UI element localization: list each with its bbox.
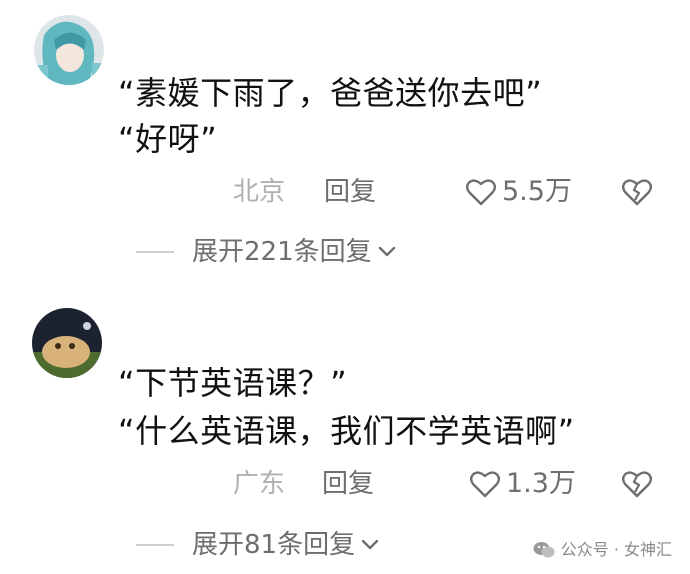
like-count: 5.5万 [502, 176, 572, 207]
location-label: 广东 [233, 469, 286, 499]
comment-2: “下节英语课？” “什么英语课，我们不学英语啊” 广东 回复 1.3万 展开81… [0, 290, 690, 574]
avatar[interactable] [34, 15, 104, 85]
avatar[interactable] [32, 308, 102, 378]
broken-heart-icon [621, 179, 653, 206]
heart-icon [466, 179, 496, 206]
comment-text-line-1: “下节英语课？” [118, 364, 348, 402]
reply-button[interactable]: 回复 [324, 176, 376, 208]
watermark: 公众号 · 女神汇 [533, 540, 672, 560]
divider-dash [136, 544, 174, 546]
expand-replies-label: 展开221条回复 [192, 237, 372, 267]
like-count: 1.3万 [506, 468, 576, 499]
reply-button[interactable]: 回复 [322, 468, 374, 500]
watermark-text: 公众号 · 女神汇 [560, 540, 672, 559]
comment-text-line-1: “素媛下雨了，爸爸送你去吧” [118, 74, 543, 112]
divider-dash [136, 251, 174, 253]
avatar-image [34, 15, 104, 85]
wechat-icon [533, 542, 555, 558]
location-label: 北京 [233, 177, 286, 207]
heart-icon [470, 471, 500, 498]
avatar-image [32, 308, 102, 378]
chevron-down-icon [378, 246, 395, 257]
comment-1: “素媛下雨了，爸爸送你去吧” “好呀” 北京 回复 5.5万 展开221条回复 [0, 0, 690, 290]
dislike-button[interactable] [621, 470, 653, 502]
comment-text-line-2: “什么英语课，我们不学英语啊” [118, 412, 575, 450]
dislike-button[interactable] [621, 178, 653, 210]
expand-replies[interactable]: 展开221条回复 [136, 236, 396, 268]
broken-heart-icon [621, 471, 653, 498]
chevron-down-icon [361, 539, 379, 550]
like-button[interactable]: 5.5万 [466, 176, 572, 208]
expand-replies[interactable]: 展开81条回复 [136, 529, 379, 561]
like-button[interactable]: 1.3万 [470, 468, 576, 500]
comment-text-line-2: “好呀” [118, 120, 218, 158]
expand-replies-label: 展开81条回复 [192, 530, 356, 560]
